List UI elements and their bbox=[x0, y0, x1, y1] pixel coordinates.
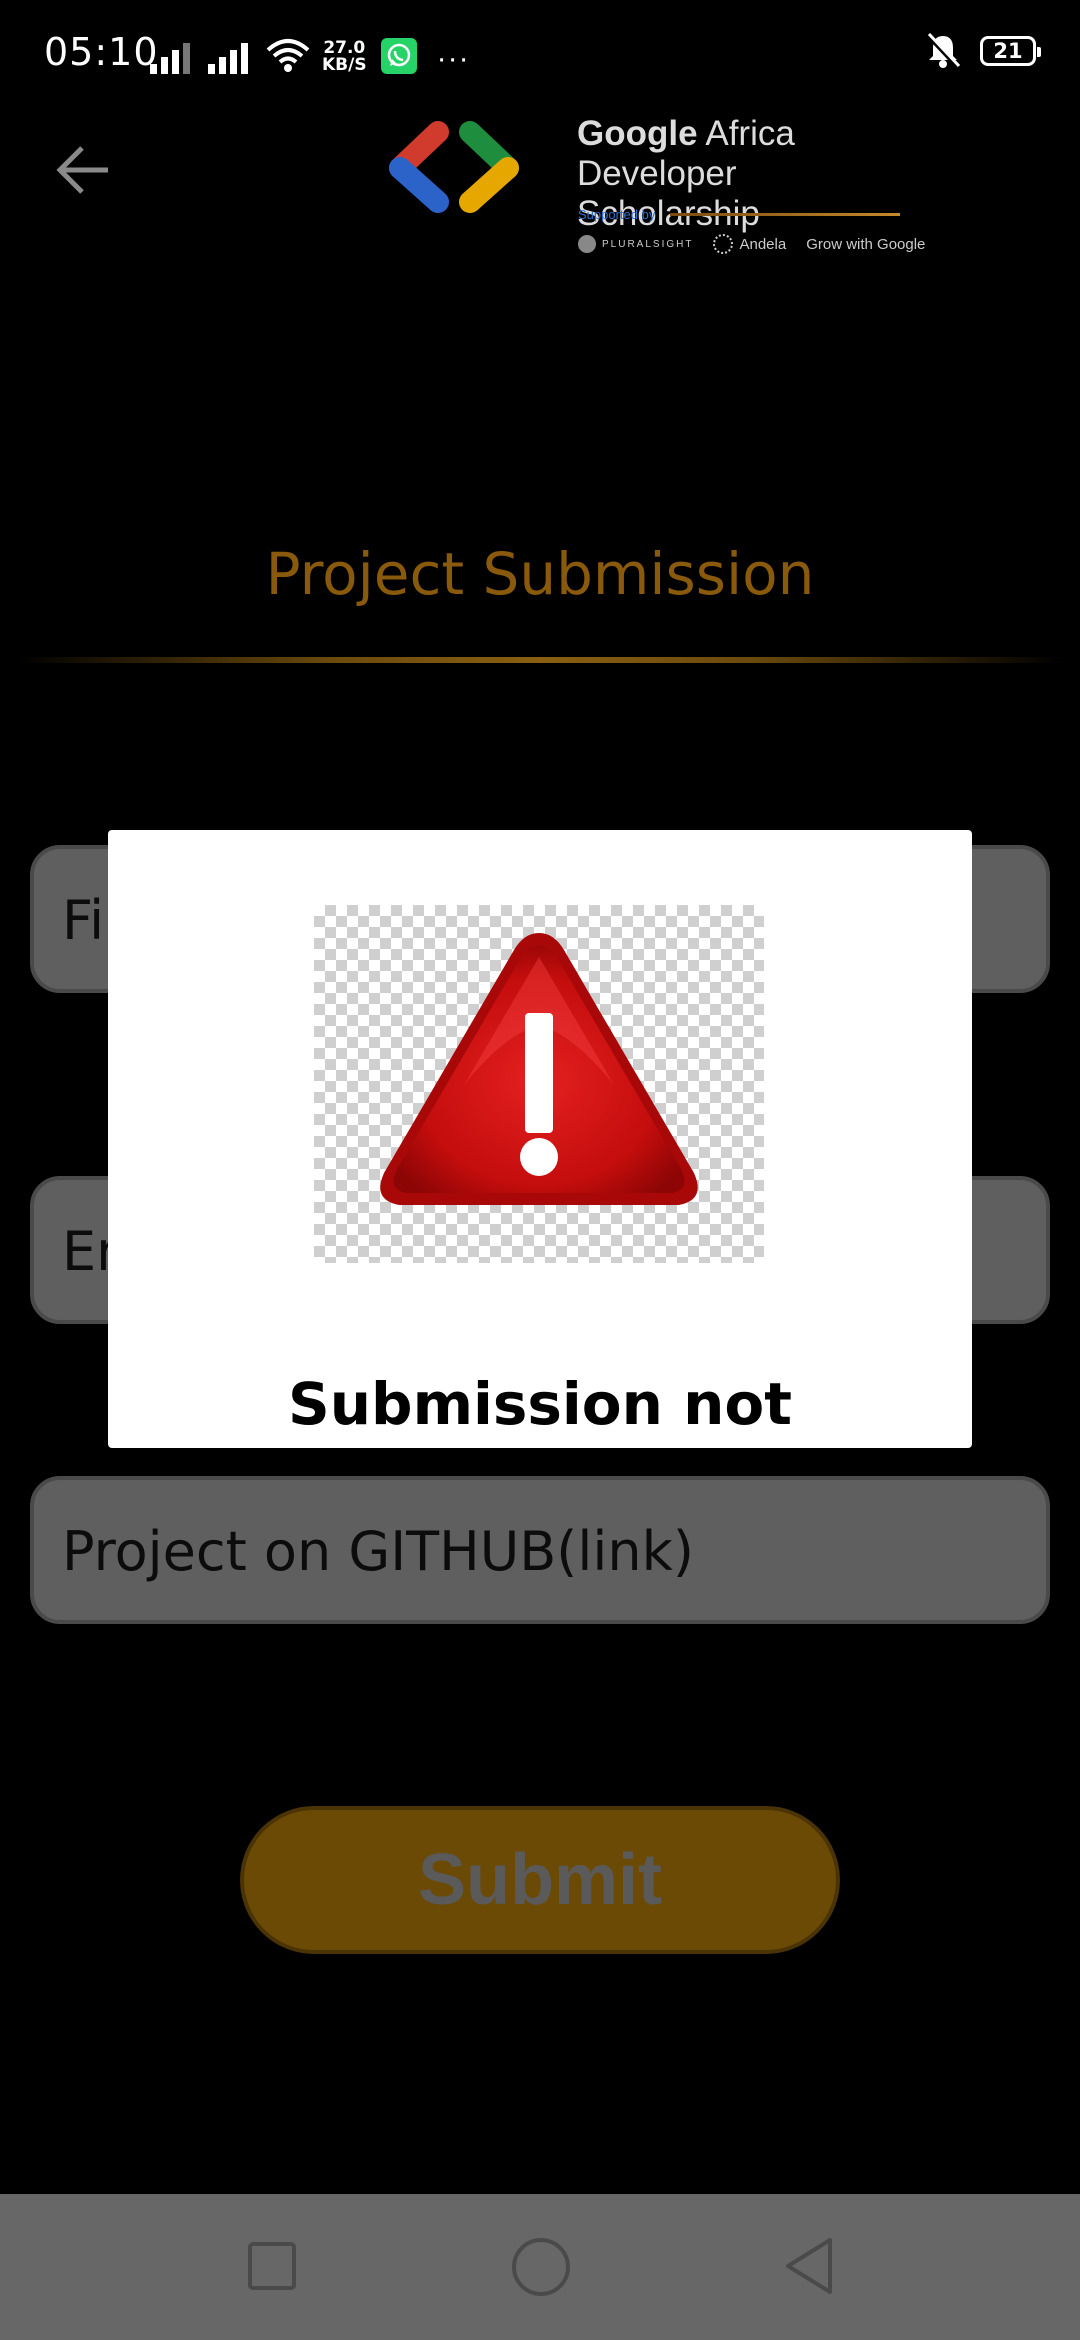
logo-brackets-icon bbox=[389, 121, 519, 213]
github-link-placeholder: Project on GITHUB(link) bbox=[62, 1520, 694, 1583]
partner-pluralsight: PLURALSIGHT bbox=[578, 235, 693, 253]
logo-supported-by: Supported by bbox=[578, 207, 656, 222]
logo-title-africa: Africa bbox=[697, 114, 795, 153]
submit-button-label: Submit bbox=[418, 1840, 662, 1920]
home-icon[interactable] bbox=[512, 2238, 570, 2296]
status-icons-right: 21 bbox=[926, 32, 1041, 70]
first-name-placeholder: Fi bbox=[62, 889, 105, 952]
status-icons-left: 27.0 KB/S ··· bbox=[150, 30, 470, 74]
partner-andela: Andela bbox=[713, 234, 786, 254]
network-speed-unit: KB/S bbox=[322, 55, 367, 75]
back-arrow-icon[interactable] bbox=[52, 138, 116, 202]
screen: 05:10 27.0 KB/S ··· 21 Google Africa Dev… bbox=[0, 0, 1080, 2340]
whatsapp-icon bbox=[380, 38, 417, 74]
status-time: 05:10 bbox=[44, 30, 159, 74]
gads-logo: Google Africa Developer Scholarship Supp… bbox=[388, 110, 928, 260]
nav-back-icon[interactable] bbox=[782, 2236, 836, 2296]
wifi-icon bbox=[266, 39, 310, 72]
partner-grow-with-google: Grow with Google bbox=[806, 235, 926, 253]
logo-title-line2: Developer Scholarship bbox=[577, 154, 760, 233]
pluralsight-icon bbox=[578, 235, 596, 253]
signal-icon bbox=[150, 38, 190, 74]
submit-button[interactable]: Submit bbox=[240, 1806, 840, 1954]
system-nav-bar bbox=[0, 2194, 1080, 2340]
status-bar: 05:10 27.0 KB/S ··· 21 bbox=[0, 0, 1080, 110]
recent-apps-icon[interactable] bbox=[248, 2242, 296, 2290]
error-dialog: Submission not Successful bbox=[108, 830, 972, 1448]
warning-image bbox=[314, 905, 764, 1263]
dialog-message: Submission not Successful bbox=[287, 1370, 793, 1448]
logo-partners: PLURALSIGHT Andela Grow with Google bbox=[578, 234, 925, 254]
network-speed: 27.0 KB/S bbox=[322, 40, 367, 74]
battery-level: 21 bbox=[993, 39, 1023, 63]
signal-icon-2 bbox=[208, 38, 248, 74]
logo-title-google: Google bbox=[577, 114, 698, 153]
battery-icon: 21 bbox=[980, 36, 1041, 66]
page-title: Project Submission bbox=[265, 540, 815, 608]
logo-divider bbox=[670, 213, 900, 216]
more-notifications-icon: ··· bbox=[436, 42, 470, 75]
andela-icon bbox=[713, 234, 734, 254]
title-divider bbox=[16, 657, 1064, 663]
mute-bell-icon bbox=[926, 32, 960, 69]
github-link-field[interactable]: Project on GITHUB(link) bbox=[30, 1476, 1050, 1624]
warning-icon bbox=[380, 933, 698, 1205]
